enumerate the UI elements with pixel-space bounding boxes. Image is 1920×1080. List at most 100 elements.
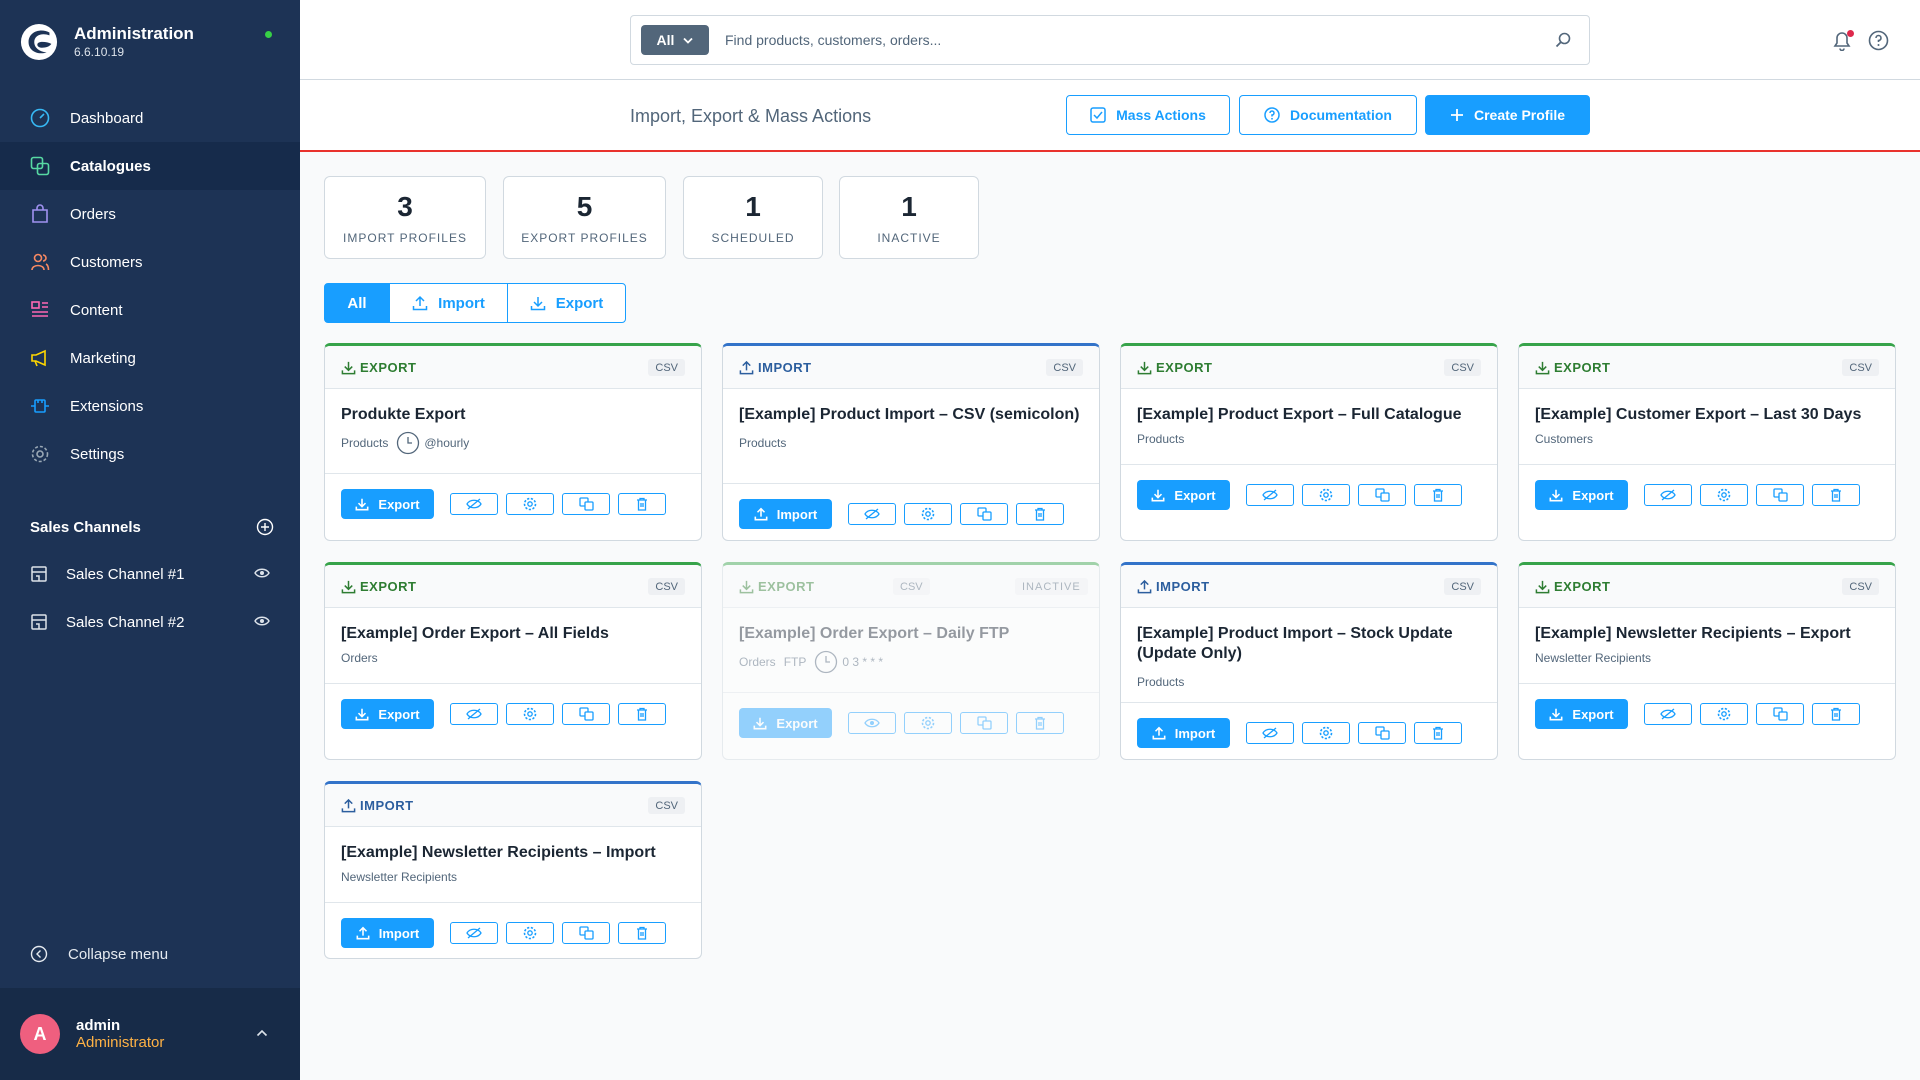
search-icon[interactable]	[1555, 32, 1571, 48]
duplicate-button[interactable]	[562, 493, 610, 515]
collapse-menu-label: Collapse menu	[68, 945, 169, 963]
filter-all[interactable]: All	[324, 283, 390, 323]
chevron-left-circle-icon	[30, 945, 48, 963]
download-icon	[1137, 361, 1152, 374]
profile-entity: Products	[1137, 432, 1185, 446]
delete-button[interactable]	[1016, 712, 1064, 734]
deactivate-button[interactable]	[848, 503, 896, 525]
profile-title[interactable]: [Example] Customer Export – Last 30 Days	[1535, 405, 1879, 425]
duplicate-button[interactable]	[1358, 484, 1406, 506]
user-menu[interactable]: A admin Administrator	[0, 988, 300, 1080]
deactivate-button[interactable]	[1246, 484, 1294, 506]
import-button[interactable]: Import	[739, 499, 832, 529]
profile-title[interactable]: [Example] Newsletter Recipients – Export	[1535, 624, 1879, 644]
settings-button[interactable]	[1700, 703, 1748, 725]
profile-title[interactable]: [Example] Product Export – Full Catalogu…	[1137, 405, 1481, 425]
settings-button[interactable]	[1302, 484, 1350, 506]
add-sales-channel-icon[interactable]	[256, 518, 274, 536]
extensions-icon	[31, 399, 49, 413]
import-button[interactable]: Import	[1137, 718, 1230, 748]
filter-import[interactable]: Import	[389, 283, 508, 323]
sales-channel-item[interactable]: Sales Channel #1	[0, 550, 300, 598]
delete-button[interactable]	[1414, 722, 1462, 744]
import-button[interactable]: Import	[341, 918, 434, 948]
delete-button[interactable]	[1016, 503, 1064, 525]
action-label: Export	[378, 496, 420, 512]
profile-title[interactable]: [Example] Order Export – All Fields	[341, 624, 685, 644]
deactivate-button[interactable]	[1246, 722, 1294, 744]
settings-button[interactable]	[506, 703, 554, 725]
search-type-select[interactable]: All	[641, 25, 709, 55]
duplicate-button[interactable]	[1756, 484, 1804, 506]
clock-icon	[397, 431, 420, 455]
nav-label: Catalogues	[70, 157, 151, 175]
nav-item-marketing[interactable]: Marketing	[0, 334, 300, 382]
top-bar: All	[300, 0, 1920, 80]
settings-button[interactable]	[1700, 484, 1748, 506]
export-button[interactable]: Export	[341, 699, 434, 729]
action-label: Import	[1174, 725, 1216, 741]
duplicate-button[interactable]	[562, 922, 610, 944]
duplicate-button[interactable]	[1358, 722, 1406, 744]
sales-channel-item[interactable]: Sales Channel #2	[0, 598, 300, 646]
collapse-menu-button[interactable]: Collapse menu	[30, 945, 168, 963]
profile-title[interactable]: Produkte Export	[341, 405, 685, 425]
profile-title[interactable]: [Example] Newsletter Recipients – Import	[341, 843, 685, 863]
nav-item-catalogues[interactable]: Catalogues	[0, 142, 300, 190]
deactivate-button[interactable]	[1644, 484, 1692, 506]
export-button[interactable]: Export	[1535, 480, 1628, 510]
delete-button[interactable]	[618, 922, 666, 944]
profile-card: EXPORT CSV [Example] Customer Export – L…	[1518, 343, 1896, 541]
delete-button[interactable]	[1812, 484, 1860, 506]
delete-button[interactable]	[1414, 484, 1462, 506]
search-input[interactable]	[725, 32, 1545, 48]
settings-button[interactable]	[1302, 722, 1350, 744]
export-button[interactable]: Export	[1535, 699, 1628, 729]
nav-item-orders[interactable]: Orders	[0, 190, 300, 238]
delete-button[interactable]	[618, 703, 666, 725]
settings-button[interactable]	[506, 922, 554, 944]
profile-title[interactable]: [Example] Order Export – Daily FTP	[739, 624, 1083, 644]
brand[interactable]: Administration 6.6.10.19	[20, 22, 194, 62]
delete-button[interactable]	[618, 493, 666, 515]
download-icon	[530, 297, 545, 311]
duplicate-button[interactable]	[960, 503, 1008, 525]
delete-button[interactable]	[1812, 703, 1860, 725]
help-icon[interactable]	[1868, 30, 1889, 51]
duplicate-button[interactable]	[960, 712, 1008, 734]
eye-off-icon	[466, 708, 482, 720]
profile-card: EXPORT CSV [Example] Product Export – Fu…	[1120, 343, 1498, 541]
deactivate-button[interactable]	[450, 493, 498, 515]
nav-item-settings[interactable]: Settings	[0, 430, 300, 478]
eye-icon[interactable]	[254, 615, 270, 627]
eye-icon[interactable]	[254, 567, 270, 579]
export-button[interactable]: Export	[1137, 480, 1230, 510]
create-profile-button[interactable]: Create Profile	[1425, 95, 1590, 135]
page-title: Import, Export & Mass Actions	[630, 106, 872, 126]
settings-button[interactable]	[904, 503, 952, 525]
deactivate-button[interactable]	[450, 703, 498, 725]
duplicate-button[interactable]	[562, 703, 610, 725]
stat-value: 1	[745, 191, 761, 222]
filter-export[interactable]: Export	[507, 283, 626, 323]
nav-item-extensions[interactable]: Extensions	[0, 382, 300, 430]
download-icon	[1549, 708, 1563, 721]
copy-icon	[976, 716, 992, 730]
deactivate-button[interactable]	[450, 922, 498, 944]
profile-title[interactable]: [Example] Product Import – Stock Update …	[1137, 624, 1481, 664]
profile-entity: Orders	[341, 651, 378, 665]
duplicate-button[interactable]	[1756, 703, 1804, 725]
export-button[interactable]: Export	[341, 489, 434, 519]
nav-item-dashboard[interactable]: Dashboard	[0, 94, 300, 142]
stat-label: IMPORT PROFILES	[343, 231, 467, 245]
settings-button[interactable]	[904, 712, 952, 734]
settings-button[interactable]	[506, 493, 554, 515]
profile-title[interactable]: [Example] Product Import – CSV (semicolo…	[739, 405, 1083, 425]
nav-item-customers[interactable]: Customers	[0, 238, 300, 286]
documentation-button[interactable]: Documentation	[1239, 95, 1417, 135]
format-chip: CSV	[893, 578, 930, 595]
deactivate-button[interactable]	[1644, 703, 1692, 725]
nav-item-content[interactable]: Content	[0, 286, 300, 334]
mass-actions-button[interactable]: Mass Actions	[1066, 95, 1230, 135]
activate-button[interactable]	[848, 712, 896, 734]
